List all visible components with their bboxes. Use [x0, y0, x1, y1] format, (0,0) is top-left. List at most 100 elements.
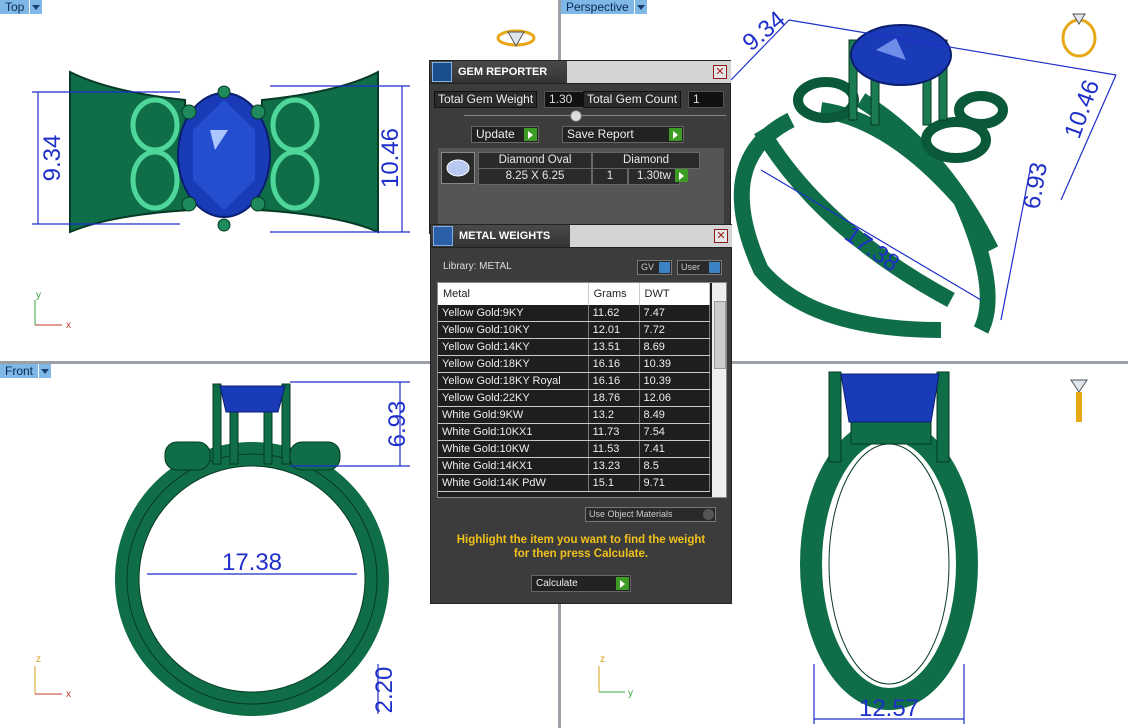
titlebar-drag-area [570, 225, 732, 247]
table-row[interactable]: White Gold:14K PdW 15.1 9.71 [438, 474, 711, 492]
dimension-label: 10.46 [1059, 76, 1105, 142]
save-report-label: Save Report [567, 127, 634, 141]
axis-z-label: z [36, 654, 41, 665]
grams-cell: 11.62 [588, 305, 640, 322]
table-row[interactable]: Yellow Gold:10KY 12.01 7.72 [438, 321, 711, 339]
save-report-button[interactable]: Save Report [562, 126, 684, 143]
metal-name-cell: Yellow Gold:22KY [438, 389, 589, 407]
user-label: User [681, 262, 701, 272]
panel-title: GEM REPORTER [458, 66, 548, 78]
dimension-label: 12.57 [859, 695, 919, 722]
table-header-row: Metal Grams DWT [438, 283, 711, 305]
close-icon[interactable]: ✕ [713, 65, 727, 79]
table-row[interactable]: Yellow Gold:18KY 16.16 10.39 [438, 355, 711, 373]
grams-cell: 13.2 [588, 406, 640, 424]
table-row[interactable]: Yellow Gold:22KY 18.76 12.06 [438, 389, 711, 407]
metal-table: Metal Grams DWT Yellow Gold:9KY 11.62 7.47… [438, 283, 711, 492]
gem-type: Diamond [592, 152, 700, 169]
dimension-label: 9.34 [738, 6, 791, 57]
column-header[interactable]: Grams [588, 283, 640, 305]
diamond-oval-icon [441, 152, 475, 184]
titlebar-drag-area [567, 61, 731, 83]
hint-text: Highlight the item you want to find the … [456, 534, 706, 560]
metal-name-cell: Yellow Gold:9KY [438, 305, 589, 322]
grams-cell: 15.1 [588, 474, 640, 492]
dwt-cell: 7.47 [639, 305, 711, 322]
play-icon [524, 128, 537, 141]
ring-side-icon [1070, 379, 1088, 422]
axis-y-label: y [36, 290, 41, 301]
calculate-label: Calculate [536, 578, 578, 589]
table-row[interactable]: Yellow Gold:18KY Royal 16.16 10.39 [438, 372, 711, 390]
dimension-label: 10.46 [377, 128, 404, 188]
metal-name-cell: White Gold:14K PdW [438, 474, 589, 492]
ring-top-icon [496, 29, 536, 48]
dimension-label: 6.93 [1018, 160, 1053, 211]
metal-weights-titlebar[interactable]: METAL WEIGHTS ✕ [431, 225, 732, 248]
table-row[interactable]: White Gold:10KW 11.53 7.41 [438, 440, 711, 458]
table-row[interactable]: Yellow Gold:9KY 11.62 7.47 [438, 305, 711, 322]
dimension-label: 6.93 [384, 401, 411, 448]
metal-name-cell: Yellow Gold:18KY Royal [438, 372, 589, 390]
user-toggle[interactable]: User [677, 260, 722, 275]
grams-cell: 18.76 [588, 389, 640, 407]
scrollbar[interactable] [712, 283, 726, 497]
dwt-cell: 10.39 [639, 355, 711, 373]
axis-y-label: y [628, 688, 633, 699]
axis-x-label: x [66, 689, 71, 700]
gem-size: 8.25 X 6.25 [478, 168, 592, 185]
use-object-materials-toggle[interactable]: Use Object Materials [585, 507, 716, 522]
total-gem-count-value: 1 [688, 91, 724, 108]
gem-ctw: 1.30tw [628, 168, 680, 185]
axis-x-label: x [66, 320, 71, 331]
metal-table-container[interactable]: Metal Grams DWT Yellow Gold:9KY 11.62 7.47… [437, 282, 727, 498]
dwt-cell: 7.41 [639, 440, 711, 458]
total-gem-weight-label: Total Gem Weight [434, 91, 538, 108]
metal-name-cell: Yellow Gold:10KY [438, 321, 589, 339]
gem-qty: 1 [592, 168, 628, 185]
column-header[interactable]: Metal [438, 283, 589, 305]
dwt-cell: 7.54 [639, 423, 711, 441]
grams-cell: 13.23 [588, 457, 640, 475]
calculate-button[interactable]: Calculate [531, 575, 631, 592]
scrollbar-thumb[interactable] [714, 301, 726, 369]
update-button[interactable]: Update [471, 126, 539, 143]
axis-z-label: z [600, 654, 605, 665]
metal-weights-icon [433, 226, 453, 246]
dwt-cell: 10.39 [639, 372, 711, 390]
dimension-label: 17.38 [840, 221, 905, 278]
dwt-cell: 8.49 [639, 406, 711, 424]
splitter[interactable] [464, 115, 726, 116]
close-icon[interactable]: ✕ [714, 229, 728, 243]
toggle-icon [659, 262, 670, 273]
toggle-icon [709, 262, 720, 273]
total-gem-count-label: Total Gem Count [583, 91, 682, 108]
table-row[interactable]: White Gold:9KW 13.2 8.49 [438, 406, 711, 424]
metal-name-cell: Yellow Gold:18KY [438, 355, 589, 373]
gv-toggle[interactable]: GV [637, 260, 672, 275]
gv-label: GV [641, 262, 655, 272]
play-icon [616, 577, 629, 590]
play-icon [669, 128, 682, 141]
table-row[interactable]: White Gold:14KX1 13.23 8.5 [438, 457, 711, 475]
metal-name-cell: White Gold:10KX1 [438, 423, 589, 441]
dwt-cell: 7.72 [639, 321, 711, 339]
gem-reporter-icon [432, 62, 452, 82]
use-object-materials-label: Use Object Materials [589, 509, 673, 519]
table-row[interactable]: Yellow Gold:14KY 13.51 8.69 [438, 338, 711, 356]
gem-name: Diamond Oval [478, 152, 592, 169]
radio-icon [703, 509, 714, 520]
metal-name-cell: White Gold:10KW [438, 440, 589, 458]
gem-reporter-titlebar[interactable]: GEM REPORTER ✕ [430, 61, 731, 84]
splitter-handle[interactable] [570, 110, 582, 122]
table-row[interactable]: White Gold:10KX1 11.73 7.54 [438, 423, 711, 441]
grams-cell: 11.53 [588, 440, 640, 458]
grams-cell: 11.73 [588, 423, 640, 441]
dwt-cell: 8.5 [639, 457, 711, 475]
dwt-cell: 8.69 [639, 338, 711, 356]
panel-title: METAL WEIGHTS [459, 230, 551, 242]
metal-name-cell: White Gold:14KX1 [438, 457, 589, 475]
gem-go-button[interactable] [675, 168, 689, 183]
metal-table-body: Yellow Gold:9KY 11.62 7.47 Yellow Gold:10KY… [438, 305, 711, 492]
column-header[interactable]: DWT [639, 283, 711, 305]
